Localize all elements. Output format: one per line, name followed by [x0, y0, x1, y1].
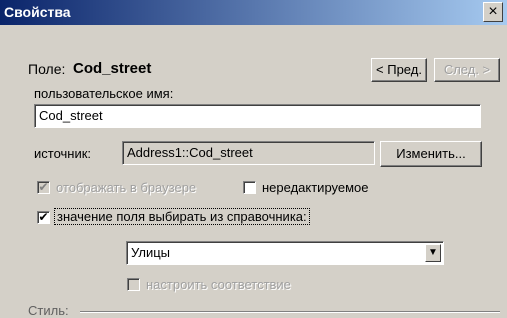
dictionary-select[interactable]: Улицы ▼ [126, 241, 444, 265]
check-icon: ✔ [38, 210, 49, 224]
show-in-browser-label: отображать в браузере [56, 180, 197, 195]
custom-name-input[interactable]: Cod_street [34, 104, 481, 128]
window-title: Свойства [4, 4, 71, 20]
custom-name-label: пользовательское имя: [34, 86, 174, 101]
chevron-down-icon[interactable]: ▼ [425, 244, 441, 262]
style-label: Стиль: [28, 303, 69, 318]
show-in-browser-checkbox[interactable]: ✔ [37, 181, 50, 194]
readonly-checkbox[interactable] [243, 181, 256, 194]
mapping-label: настроить соответствие [146, 277, 291, 292]
close-button[interactable]: × [483, 2, 503, 22]
properties-dialog: Свойства × Поле: Cod_street < Пред. След… [0, 0, 507, 318]
pick-from-dictionary-checkbox[interactable]: ✔ [37, 211, 50, 224]
source-field: Address1::Cod_street [122, 141, 375, 165]
mapping-checkbox[interactable] [127, 278, 140, 291]
prev-button[interactable]: < Пред. [371, 58, 427, 82]
next-button[interactable]: След. > [434, 58, 500, 82]
style-group-divider [80, 311, 500, 313]
readonly-label: нередактируемое [262, 180, 369, 195]
field-name: Cod_street [73, 60, 152, 77]
source-label: источник: [34, 146, 92, 161]
title-bar: Свойства × [0, 0, 507, 25]
close-icon: × [488, 3, 498, 20]
pick-from-dictionary-label: значение поля выбирать из справочника: [54, 208, 310, 225]
change-source-button[interactable]: Изменить... [380, 141, 482, 167]
check-icon: ✔ [38, 180, 49, 194]
dictionary-selected-value: Улицы [131, 245, 171, 260]
field-prefix-label: Поле: [28, 61, 66, 77]
